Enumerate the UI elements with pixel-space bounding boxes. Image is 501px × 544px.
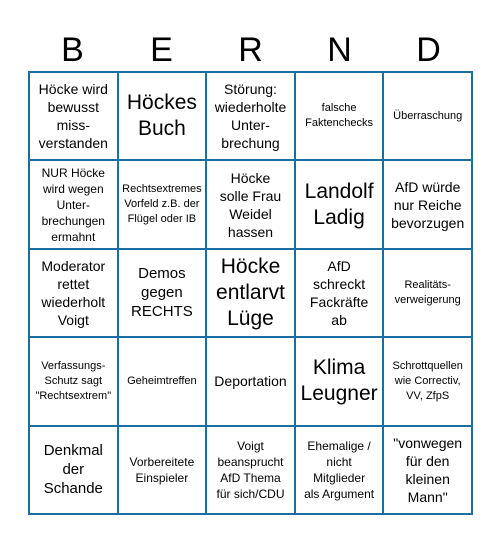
bingo-cell-text: Höcke wird bewusst miss- verstanden	[38, 81, 108, 152]
bingo-cell[interactable]: AfD würde nur Reiche bevorzugen	[383, 160, 472, 249]
bingo-cell-text: Überraschung	[393, 109, 463, 122]
bingo-cell[interactable]: Verfassungs- Schutz sagt "Rechtsextrem"	[29, 337, 118, 426]
bingo-cell[interactable]: Höcke solle Frau Weidel hassen	[206, 160, 295, 249]
bingo-cell-text: Landolf Ladig	[304, 179, 374, 229]
bingo-cell-text: Verfassungs- Schutz sagt "Rechtsextrem"	[35, 359, 112, 402]
bingo-cell-text: Demos gegen RECHTS	[131, 265, 193, 321]
bingo-cell[interactable]: Moderator rettet wiederholt Voigt	[29, 248, 118, 338]
bingo-cell-text: Höcke entlarvt Lüge	[216, 254, 285, 330]
bingo-cell[interactable]: Höcke wird bewusst miss- verstanden	[29, 72, 118, 161]
header-letter-b: B	[61, 31, 84, 69]
bingo-cell[interactable]: Geheimtreffen	[117, 337, 207, 426]
bingo-cell[interactable]: Schrottquellen wie Correctiv, VV, ZfpS	[383, 337, 472, 426]
bingo-cell[interactable]: "vonwegen für den kleinen Mann"	[383, 425, 472, 514]
bingo-cell-text: Klima Leugner	[300, 356, 378, 406]
bingo-cell-text: Höckes Buch	[126, 91, 197, 141]
bingo-cell[interactable]: AfD schreckt Fackräfte ab	[294, 248, 384, 338]
bingo-cell-text: AfD würde nur Reiche bevorzugen	[391, 178, 465, 231]
header-letter-d: D	[416, 31, 441, 69]
bingo-header: B E R N D	[28, 28, 473, 72]
header-letter-e: E	[150, 31, 173, 69]
bingo-cell-text: Denkmal der Schande	[43, 442, 103, 498]
bingo-cell[interactable]: Realitäts- verweigerung	[383, 248, 472, 338]
bingo-cell[interactable]: Höckes Buch	[117, 72, 207, 161]
bingo-cell-text: Geheimtreffen	[127, 374, 197, 387]
bingo-cell-text: Störung: wiederholte Unter- brechung	[214, 81, 287, 152]
bingo-cell-text: "vonwegen für den kleinen Mann"	[393, 434, 463, 505]
bingo-cell-text: NUR Höcke wird wegen Unter- brechungen e…	[41, 165, 105, 244]
bingo-cell-text: AfD schreckt Fackräfte ab	[309, 257, 369, 328]
bingo-cell-text: Höcke solle Frau Weidel hassen	[219, 169, 282, 240]
bingo-cell[interactable]: Störung: wiederholte Unter- brechung	[206, 72, 295, 161]
bingo-cell-text: Deportation	[214, 373, 287, 390]
bingo-cell-text: Voigt beansprucht AfD Thema für sich/CDU	[216, 438, 285, 501]
header-letter-r: R	[238, 31, 263, 69]
bingo-cell[interactable]: Demos gegen RECHTS	[117, 248, 207, 338]
bingo-cell[interactable]: Deportation	[206, 337, 295, 426]
bingo-cell[interactable]: falsche Faktenchecks	[294, 72, 384, 161]
bingo-cell-text: Moderator rettet wiederholt Voigt	[41, 257, 106, 328]
bingo-cell[interactable]: Klima Leugner	[294, 337, 384, 426]
bingo-cell-text: falsche Faktenchecks	[305, 102, 374, 130]
bingo-cell[interactable]: Rechtsextremes Vorfeld z.B. der Flügel o…	[117, 160, 207, 249]
bingo-board: Höcke wird bewusst miss- verstanden Höcke…	[28, 71, 473, 515]
bingo-cell[interactable]: Ehemalige / nicht Mitglieder als Argumen…	[294, 425, 384, 514]
bingo-cell[interactable]: NUR Höcke wird wegen Unter- brechungen e…	[29, 160, 118, 249]
bingo-cell[interactable]: Denkmal der Schande	[29, 425, 118, 514]
header-letter-n: N	[327, 31, 352, 69]
bingo-cell[interactable]: Vorbereitete Einspieler	[117, 425, 207, 514]
bingo-cell[interactable]: Voigt beansprucht AfD Thema für sich/CDU	[206, 425, 295, 514]
bingo-cell-text: Schrottquellen wie Correctiv, VV, ZfpS	[392, 359, 463, 402]
bingo-cell-text: Rechtsextremes Vorfeld z.B. der Flügel o…	[122, 183, 202, 226]
bingo-cell[interactable]: Höcke entlarvt Lüge	[206, 248, 295, 338]
bingo-cell[interactable]: Überraschung	[383, 72, 472, 161]
bingo-cell-text: Realitäts- verweigerung	[394, 278, 461, 306]
bingo-cell[interactable]: Landolf Ladig	[294, 160, 384, 249]
bingo-cell-text: Ehemalige / nicht Mitglieder als Argumen…	[304, 438, 375, 501]
bingo-cell-text: Vorbereitete Einspieler	[129, 454, 195, 485]
